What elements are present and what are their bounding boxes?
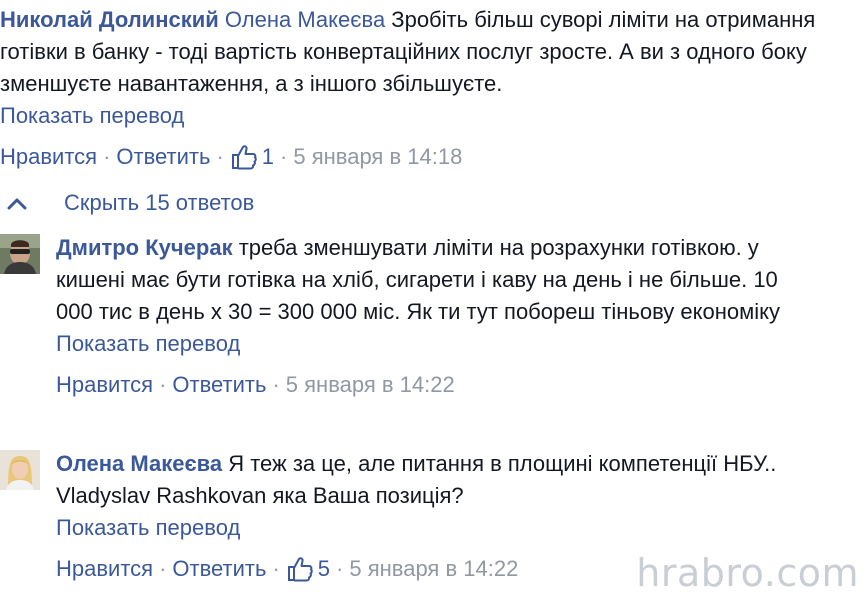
like-count[interactable]: 1 [262,141,274,173]
reply-link[interactable]: Ответить [172,369,266,401]
hide-replies-label[interactable]: Скрыть 15 ответов [64,190,254,216]
like-link[interactable]: Нравится [0,141,97,173]
separator: · [103,144,111,169]
separator: · [159,372,167,397]
hide-replies-toggle[interactable]: Скрыть 15 ответов [0,190,254,216]
reply-author-link[interactable]: Дмитро Кучерак [56,235,233,260]
reply-author-link[interactable]: Олена Макеєва [56,451,222,476]
like-link[interactable]: Нравится [56,369,153,401]
separator: · [272,372,280,397]
show-translation-link[interactable]: Показать перевод [56,512,806,544]
separator: · [280,144,288,169]
like-count[interactable]: 5 [318,553,330,585]
show-translation-link[interactable]: Показать перевод [0,100,860,132]
watermark: hrabro.com [636,551,859,595]
reply-link[interactable]: Ответить [172,553,266,585]
avatar[interactable] [0,234,40,274]
comment-timestamp[interactable]: 5 января в 14:18 [293,141,462,173]
reply-body: Дмитро Кучерак треба зменшувати ліміти н… [56,232,806,401]
thumbs-up-icon[interactable] [230,143,258,171]
top-comment: Николай Долинский Олена Макеєва Зробіть … [0,4,860,173]
comment-actions: Нравится · Ответить · 1 · 5 января в 14:… [0,141,860,173]
reply-timestamp[interactable]: 5 января в 14:22 [349,553,518,585]
reply-text: Дмитро Кучерак треба зменшувати ліміти н… [56,232,806,328]
separator: · [272,556,280,581]
separator: · [216,144,224,169]
reply-timestamp[interactable]: 5 января в 14:22 [286,369,455,401]
thumbs-up-icon[interactable] [286,555,314,583]
separator: · [336,556,344,581]
separator: · [159,556,167,581]
chevron-up-icon [7,198,27,210]
comment-text: Николай Долинский Олена Макеєва Зробіть … [0,4,860,100]
reply-text: Олена Макеєва Я теж за це, але питання в… [56,448,806,512]
reply-link[interactable]: Ответить [116,141,210,173]
reply-actions: Нравится · Ответить · 5 января в 14:22 [56,369,806,401]
avatar[interactable] [0,450,40,490]
mention-link[interactable]: Олена Макеєва [225,7,385,32]
comment-author-link[interactable]: Николай Долинский [0,7,219,32]
show-translation-link[interactable]: Показать перевод [56,328,806,360]
like-link[interactable]: Нравится [56,553,153,585]
